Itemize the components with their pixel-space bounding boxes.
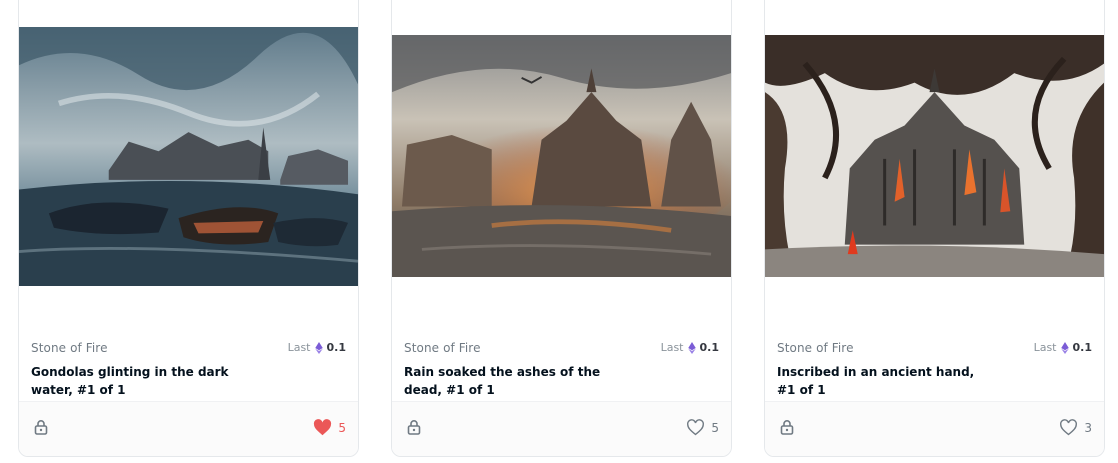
ethereum-icon	[1060, 341, 1069, 354]
favorite-count: 3	[1084, 420, 1092, 435]
nft-card[interactable]: Stone of Fire Last 0.1 Gondolas glinting…	[18, 0, 359, 457]
collection-name[interactable]: Stone of Fire	[404, 341, 481, 355]
nft-image-gondolas[interactable]	[19, 27, 358, 286]
last-price: Last 0.1	[288, 341, 346, 354]
card-footer: 5	[392, 401, 731, 456]
last-label: Last	[660, 341, 684, 354]
price-value: 0.1	[326, 341, 347, 354]
collection-name[interactable]: Stone of Fire	[777, 341, 854, 355]
nft-artwork	[19, 27, 358, 286]
lock-icon	[407, 420, 421, 435]
card-footer: 5	[19, 401, 358, 456]
nft-card[interactable]: Stone of Fire Last 0.1 Rain soaked the a…	[391, 0, 732, 457]
last-label: Last	[1033, 341, 1057, 354]
nft-image-inscribed[interactable]	[765, 35, 1104, 277]
heart-filled-icon	[314, 419, 332, 436]
nft-title[interactable]: Gondolas glinting in the dark water, #1 …	[31, 363, 231, 399]
nft-card[interactable]: Stone of Fire Last 0.1 Inscribed in an a…	[764, 0, 1105, 457]
favorite-button[interactable]: 5	[313, 419, 346, 436]
nft-artwork	[765, 35, 1104, 277]
favorite-count: 5	[711, 420, 719, 435]
last-price: Last 0.1	[661, 341, 719, 354]
last-label: Last	[287, 341, 311, 354]
nft-title[interactable]: Rain soaked the ashes of the dead, #1 of…	[404, 363, 604, 399]
lock-icon	[780, 420, 794, 435]
favorite-button[interactable]: 3	[1059, 419, 1092, 436]
favorite-count: 5	[338, 420, 346, 435]
heart-outline-icon	[1060, 419, 1078, 436]
collection-name[interactable]: Stone of Fire	[31, 341, 108, 355]
nft-artwork	[392, 35, 731, 277]
ethereum-icon	[687, 341, 696, 354]
card-footer: 3	[765, 401, 1104, 456]
price-value: 0.1	[1072, 341, 1093, 354]
lock-icon	[34, 420, 48, 435]
price-value: 0.1	[699, 341, 720, 354]
nft-image-rain-soaked[interactable]	[392, 35, 731, 277]
favorite-button[interactable]: 5	[686, 419, 719, 436]
nft-title[interactable]: Inscribed in an ancient hand, #1 of 1	[777, 363, 977, 399]
heart-outline-icon	[687, 419, 705, 436]
ethereum-icon	[314, 341, 323, 354]
last-price: Last 0.1	[1034, 341, 1092, 354]
